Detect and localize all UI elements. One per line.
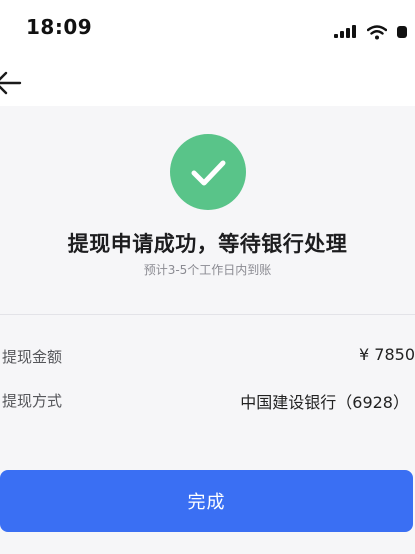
method-label: 提现方式 (2, 392, 63, 410)
result-subtitle: 预计3-5个工作日内到账 (143, 263, 272, 277)
status-time: 18:09 (26, 15, 93, 39)
wifi-icon (367, 24, 387, 39)
divider (0, 314, 415, 315)
amount-label: 提现金额 (2, 348, 63, 366)
back-button[interactable] (0, 70, 22, 96)
detail-row-method: 提现方式 中国建设银行（6928） (0, 386, 415, 416)
result-page: 提现申请成功，等待银行处理 预计3-5个工作日内到账 提现金额 ¥ 7850 提… (0, 106, 415, 554)
detail-row-amount: 提现金额 ¥ 7850 (0, 342, 415, 372)
nav-bar (0, 60, 415, 106)
back-arrow-icon (0, 71, 22, 95)
status-icons (333, 22, 407, 42)
method-value: 中国建设银行（6928） (240, 393, 409, 412)
amount-value: ¥ 7850 (359, 345, 415, 364)
status-bar: 18:09 (0, 0, 415, 60)
battery-icon (397, 26, 407, 38)
signal-icon (334, 25, 356, 38)
checkmark-icon (191, 160, 226, 186)
result-title: 提现申请成功，等待银行处理 (67, 232, 348, 256)
success-badge (170, 134, 246, 210)
done-button[interactable]: 完成 (0, 470, 413, 532)
